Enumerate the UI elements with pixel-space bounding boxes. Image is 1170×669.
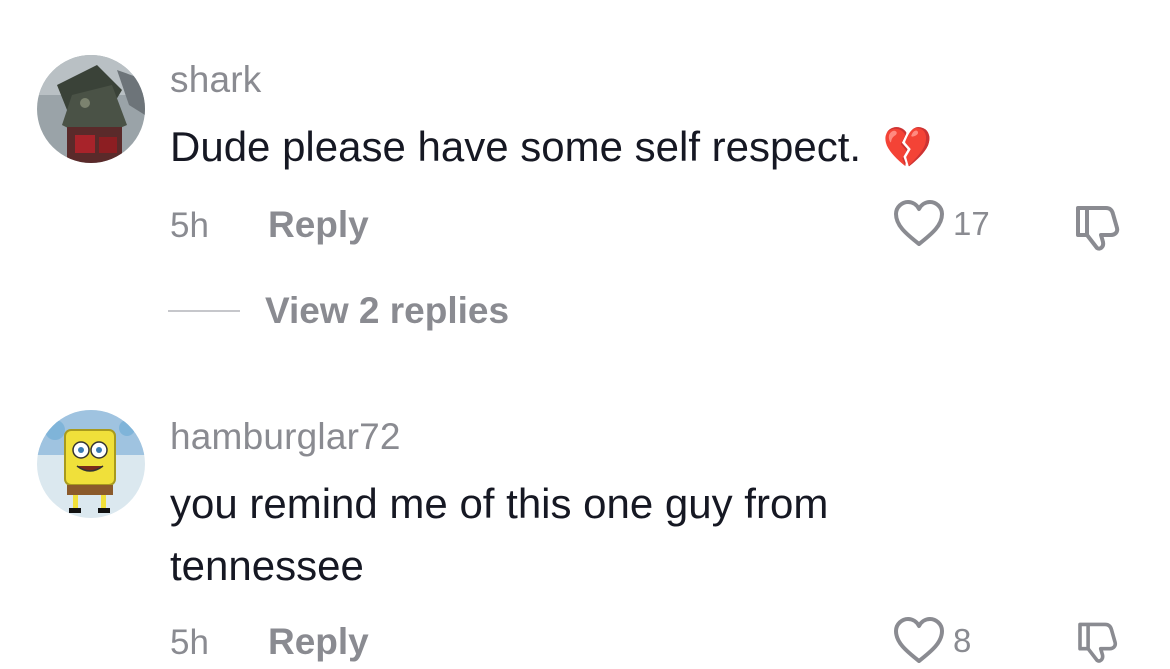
- comment-item: hamburglar72 you remind me of this one g…: [0, 0, 1170, 664]
- heart-outline-icon: [894, 617, 944, 663]
- like-count: 8: [953, 622, 972, 659]
- thumbs-down-icon: [1078, 622, 1118, 663]
- user-avatar[interactable]: [37, 410, 145, 518]
- dislike-button[interactable]: [1072, 619, 1124, 669]
- reply-button[interactable]: Reply: [268, 621, 369, 663]
- comment-body: you remind me of this one guy from tenne…: [170, 480, 829, 589]
- sponge-character-avatar-icon: [37, 410, 145, 518]
- comment-timestamp: 5h: [170, 623, 209, 662]
- like-button[interactable]: 8: [893, 617, 971, 665]
- comment-username[interactable]: hamburglar72: [170, 416, 401, 458]
